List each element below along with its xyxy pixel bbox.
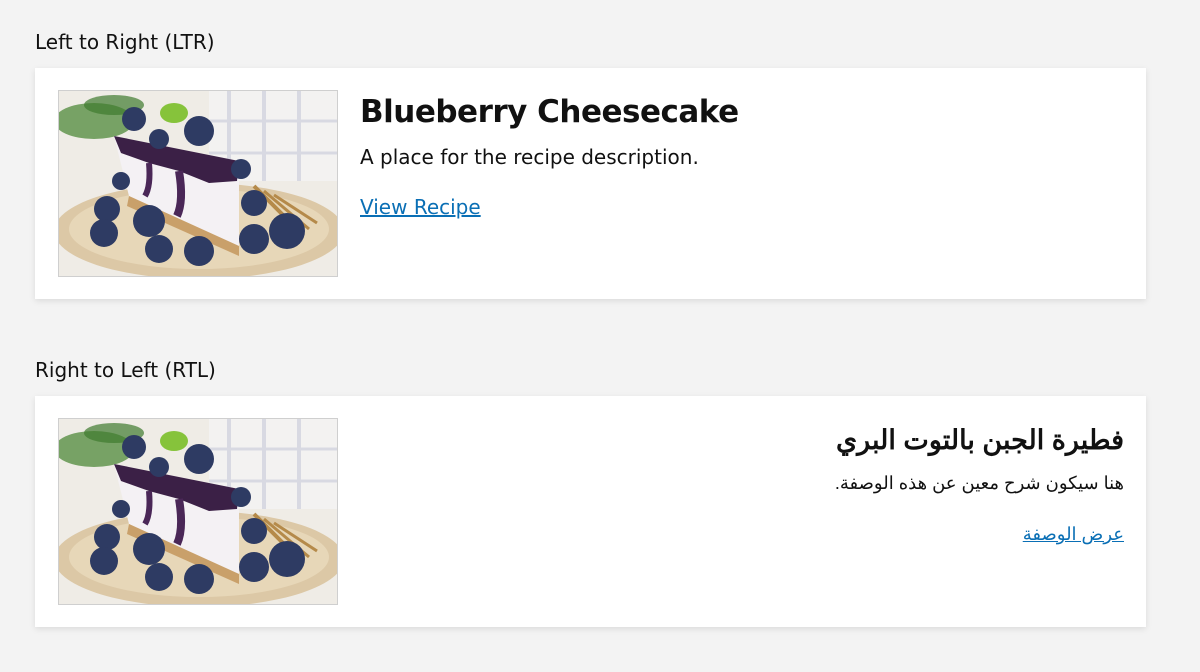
- section-label-rtl: Right to Left (RTL): [35, 358, 216, 382]
- recipe-title: Blueberry Cheesecake: [360, 94, 739, 130]
- recipe-title: فطيرة الجبن بالتوت البري: [836, 425, 1124, 455]
- recipe-card-ltr: Blueberry Cheesecake A place for the rec…: [35, 68, 1146, 299]
- recipe-description: A place for the recipe description.: [360, 145, 699, 169]
- recipe-image: [58, 90, 338, 277]
- recipe-card-body-rtl: فطيرة الجبن بالتوت البري هنا سيكون شرح م…: [404, 420, 1124, 546]
- recipe-card-body-ltr: Blueberry Cheesecake A place for the rec…: [360, 92, 739, 220]
- recipe-image: [58, 418, 338, 605]
- view-recipe-link[interactable]: عرض الوصفة: [1023, 522, 1124, 546]
- recipe-description: هنا سيكون شرح معين عن هذه الوصفة.: [834, 473, 1124, 493]
- section-label-ltr: Left to Right (LTR): [35, 30, 215, 54]
- view-recipe-link[interactable]: View Recipe: [360, 194, 481, 220]
- recipe-card-rtl: فطيرة الجبن بالتوت البري هنا سيكون شرح م…: [35, 396, 1146, 627]
